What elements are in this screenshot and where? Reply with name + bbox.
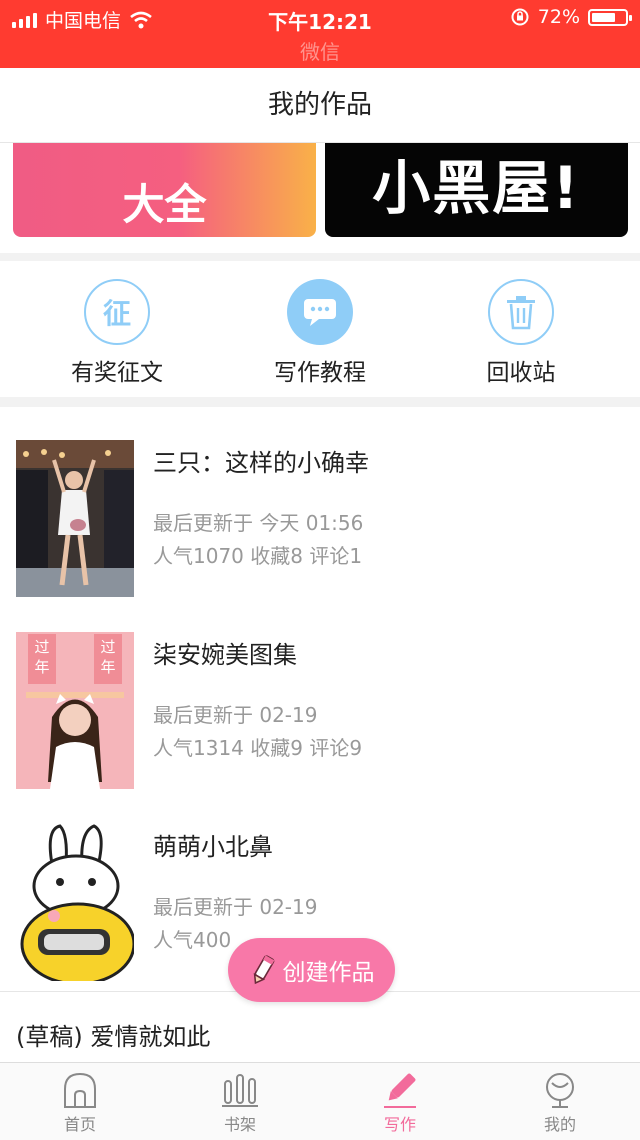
tab-label: 首页 (63, 1115, 96, 1134)
banner-carousel[interactable]: 大全 小黑屋! (0, 143, 640, 253)
trash-icon (488, 279, 554, 345)
tab-label: 书架 (223, 1115, 256, 1134)
tab-label: 写作 (383, 1115, 416, 1134)
status-bar: 中国电信 下午12:21 72% 微信 (0, 0, 640, 68)
battery-icon (588, 8, 632, 26)
work-cover-image (16, 440, 134, 597)
status-right: 72% (510, 6, 632, 28)
create-work-button[interactable]: 创建作品 (228, 938, 395, 1002)
rotation-lock-icon (511, 8, 529, 26)
work-stats: 人气1314 收藏9 评论9 (153, 736, 363, 760)
profile-icon (480, 1069, 640, 1111)
work-item[interactable]: 过 年 过 年 柒安婉美图集 最后更新于 02-19 人气1314 收藏9 评论… (0, 607, 640, 800)
draft-title: (草稿) 爱情就如此 (16, 1023, 211, 1051)
poster-char: 过 (100, 638, 115, 656)
page-title: 我的作品 (0, 68, 640, 143)
contest-icon: 征 (84, 279, 150, 345)
battery-percent: 72% (537, 6, 580, 28)
bookshelf-icon (160, 1069, 320, 1111)
tab-bookshelf[interactable]: 书架 (160, 1069, 320, 1135)
tab-profile[interactable]: 我的 (480, 1069, 640, 1135)
work-updated: 最后更新于 02-19 (153, 895, 318, 919)
banner-writing-guide[interactable]: 大全 (13, 143, 316, 237)
action-tutorial[interactable]: 写作教程 (220, 279, 420, 387)
section-divider (0, 397, 640, 407)
back-to-app-label[interactable]: 微信 (0, 36, 640, 65)
work-stats: 人气1070 收藏8 评论1 (153, 544, 363, 568)
work-title: 三只：这样的小确幸 (153, 449, 369, 477)
work-stats: 人气400 (153, 928, 232, 952)
work-updated: 最后更新于 今天 01:56 (153, 511, 364, 535)
pencil-icon (320, 1069, 480, 1111)
work-cover-image: 过 年 过 年 (16, 632, 134, 789)
contest-glyph: 征 (102, 297, 131, 330)
poster-char: 年 (34, 658, 49, 676)
tab-home[interactable]: 首页 (0, 1069, 160, 1135)
section-divider (0, 253, 640, 261)
action-label: 写作教程 (274, 360, 366, 386)
create-work-label: 创建作品 (282, 960, 375, 986)
tab-write[interactable]: 写作 (320, 1069, 480, 1135)
action-contest[interactable]: 征 有奖征文 (17, 279, 217, 387)
work-updated: 最后更新于 02-19 (153, 703, 318, 727)
banner-text: 大全 (122, 180, 207, 229)
quick-actions: 征 有奖征文 写作教程 回收站 (0, 261, 640, 397)
action-recycle-bin[interactable]: 回收站 (421, 279, 621, 387)
tab-label: 我的 (543, 1115, 576, 1134)
poster-char: 年 (100, 658, 115, 676)
battery-fill (592, 12, 615, 22)
action-label: 有奖征文 (71, 360, 163, 386)
work-title: 萌萌小北鼻 (153, 833, 273, 861)
banner-dark-room[interactable]: 小黑屋! (325, 143, 628, 237)
work-item[interactable]: 三只：这样的小确幸 最后更新于 今天 01:56 人气1070 收藏8 评论1 (0, 415, 640, 608)
action-label: 回收站 (486, 360, 556, 386)
work-cover-image (16, 824, 134, 981)
banner-text: 小黑屋! (372, 154, 581, 222)
draft-item[interactable]: (草稿) 爱情就如此 (0, 999, 640, 1061)
poster-char: 过 (34, 638, 49, 656)
pencil-icon (253, 955, 274, 985)
work-title: 柒安婉美图集 (153, 641, 297, 669)
tab-bar: 首页 书架 写作 我的 (0, 1062, 640, 1140)
home-icon (0, 1069, 160, 1111)
chat-bubble-icon (287, 279, 353, 345)
